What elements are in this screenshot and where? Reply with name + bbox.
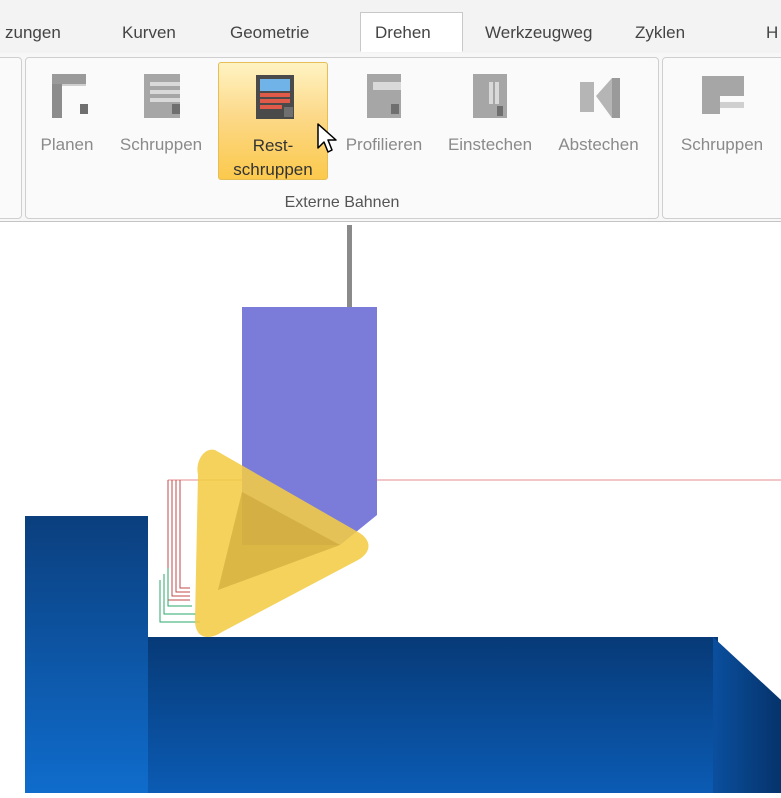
parting-icon: [574, 68, 624, 129]
schruppen-button-2[interactable]: Schruppen: [667, 62, 777, 180]
ribbon-panel: Planen Schruppen Rest- schruppen Profili…: [0, 53, 781, 222]
rest-schruppen-label-line1: Rest-: [252, 136, 294, 155]
tab-drehen[interactable]: Drehen: [360, 12, 463, 52]
tab-h[interactable]: H: [766, 14, 778, 52]
rest-roughing-icon: [248, 69, 298, 130]
workpiece-shoulder: [25, 516, 148, 793]
ribbon-group-previous: [0, 57, 22, 219]
facing-icon: [42, 68, 92, 129]
ribbon-group-externe-bahnen: Planen Schruppen Rest- schruppen Profili…: [25, 57, 659, 219]
tab-werkzeugweg[interactable]: Werkzeugweg: [485, 14, 592, 52]
planen-button[interactable]: Planen: [31, 62, 103, 180]
tab-zungen[interactable]: zungen: [5, 14, 61, 52]
tab-zyklen[interactable]: Zyklen: [635, 14, 685, 52]
workpiece-chamfer: [713, 637, 781, 793]
ribbon-tab-bar: zungen Kurven Geometrie Drehen Werkzeugw…: [0, 0, 781, 54]
viewport-canvas: [25, 225, 781, 793]
roughing-icon: [136, 68, 186, 129]
mouse-cursor: [316, 122, 338, 154]
einstechen-button[interactable]: Einstechen: [434, 62, 546, 180]
roughing-icon: [694, 68, 750, 129]
rest-schruppen-label-line2: schruppen: [233, 160, 313, 179]
toolpath-lines: [159, 480, 200, 623]
schruppen-button[interactable]: Schruppen: [106, 62, 216, 180]
group-label-externe-bahnen: Externe Bahnen: [284, 194, 400, 211]
profiling-icon: [359, 68, 409, 129]
profilieren-button[interactable]: Profilieren: [336, 62, 432, 180]
rest-schruppen-button[interactable]: Rest- schruppen: [218, 62, 328, 180]
ribbon-group-next: Schruppen: [662, 57, 781, 219]
tab-kurven[interactable]: Kurven: [122, 14, 176, 52]
grooving-icon: [465, 68, 515, 129]
workpiece-body: [148, 637, 718, 793]
abstechen-button[interactable]: Abstechen: [546, 62, 651, 180]
tab-geometrie[interactable]: Geometrie: [230, 14, 309, 52]
cad-viewport[interactable]: [0, 222, 781, 793]
tool-shank: [347, 225, 352, 307]
